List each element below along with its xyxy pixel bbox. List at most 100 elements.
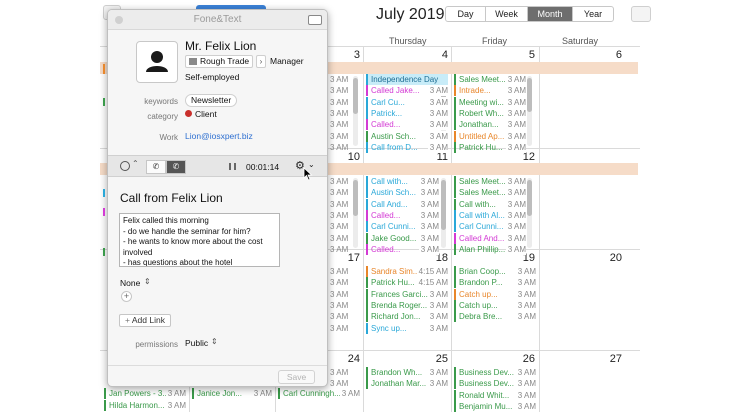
view-year-button[interactable]: Year <box>573 7 613 21</box>
phone-icon[interactable]: ✆ <box>146 160 166 174</box>
calendar-event[interactable]: Catch up... 3 AM <box>454 299 536 311</box>
calendar-event[interactable]: Brian Coop... 3 AM <box>454 266 536 277</box>
calendar-event[interactable]: Brenda Roger... 3 AM <box>366 299 448 311</box>
calendar-event[interactable]: Business Dev... 3 AM <box>454 367 536 378</box>
day-number: 24 <box>347 353 360 365</box>
calendar-event[interactable]: Jonathan Mar... 3 AM <box>366 378 448 390</box>
calendar-event[interactable]: Intrade... 3 AM <box>454 85 526 97</box>
calendar-event[interactable]: Called... 3 AM <box>366 243 439 255</box>
calendar-event[interactable]: Called And... 3 AM <box>454 232 526 244</box>
calendar-event[interactable]: Brandon Wh... 3 AM <box>366 367 448 378</box>
calendar-event[interactable]: Hilda Harmon... 3 AM <box>104 400 186 411</box>
phone-active-icon[interactable]: ✆ <box>166 160 186 174</box>
scrollbar-thumb[interactable] <box>441 180 446 230</box>
calendar-event[interactable]: Jonathan... 3 AM <box>454 119 526 131</box>
category-value[interactable]: Client <box>195 109 217 119</box>
calendar-event[interactable]: Frances Garci... 3 AM <box>366 288 448 300</box>
scrollbar-thumb[interactable] <box>527 78 532 112</box>
clock-icon[interactable] <box>120 161 130 171</box>
calendar-event[interactable]: Sales Meet... 3 AM <box>454 74 526 85</box>
call-notes-textarea[interactable]: Felix called this morning - do we handle… <box>119 213 280 267</box>
event-time: 3 AM <box>505 107 526 119</box>
event-time: 3 AM <box>330 222 349 232</box>
calendar-event[interactable]: Carl Cunni... 3 AM <box>454 221 526 233</box>
calendar-event[interactable]: Call with... 3 AM <box>366 176 439 187</box>
event-time: 3 AM <box>515 367 536 378</box>
background-toolbar-button-right[interactable] <box>631 6 651 22</box>
calendar-event[interactable]: Carl Cunni... 3 AM <box>366 221 439 233</box>
calendar-event[interactable]: Patrick Hu... 3 AM <box>454 141 526 153</box>
calendar-event[interactable]: Jake Good... 3 AM <box>366 232 439 244</box>
pause-icon[interactable] <box>229 163 236 170</box>
add-circle-button[interactable]: + <box>121 291 132 302</box>
event-title: Business Dev... <box>459 368 514 377</box>
calendar-event[interactable]: Richard Jon... 3 AM <box>366 311 448 323</box>
calendar-event[interactable]: Patrick Hu... 4:15 AM <box>366 277 448 289</box>
event-time: 3 AM <box>515 299 536 311</box>
add-link-button[interactable]: + Add Link <box>119 314 171 327</box>
calendar-event[interactable]: Austin Sch... 3 AM <box>366 130 448 142</box>
event-title: Benjamin Mu... <box>459 401 513 411</box>
view-month-button[interactable]: Month <box>528 7 573 21</box>
calendar-event[interactable]: Benjamin Mu... 3 AM <box>454 400 536 412</box>
calendar-event[interactable]: Called... 3 AM <box>366 209 439 221</box>
calendar-event[interactable]: Call with Al... 3 AM <box>454 209 526 221</box>
calendar-event[interactable]: Sync up... 3 AM <box>366 322 448 334</box>
calendar-event[interactable]: Independence Day <box>366 74 448 85</box>
event-time: 3 AM <box>330 368 349 377</box>
grid-line <box>451 46 452 412</box>
event-time: 3 AM <box>418 187 439 199</box>
event-time: 3 AM <box>330 379 349 389</box>
calendar-event[interactable]: Alan Phillip... 3 AM <box>454 243 526 255</box>
close-button[interactable] <box>115 16 123 24</box>
keyword-tag[interactable]: Newsletter <box>185 94 238 107</box>
scrollbar-thumb[interactable] <box>353 78 358 114</box>
event-title: Sales Meet... <box>459 177 506 186</box>
calendar-event[interactable]: Call And... 3 AM <box>366 198 439 210</box>
calendar-event[interactable]: Called... 3 AM <box>366 119 448 131</box>
calendar-event[interactable]: Call from D... 3 AM <box>366 141 448 153</box>
save-button[interactable]: Save <box>278 370 315 384</box>
permissions-select[interactable]: Public <box>185 338 208 348</box>
event-title: Catch up... <box>459 300 498 310</box>
event-title: Call with Al... <box>459 210 505 220</box>
calendar-event[interactable]: Sales Meet... 3 AM <box>454 176 526 187</box>
calendar-event[interactable]: Sales Meet... 3 AM <box>454 187 526 199</box>
view-week-button[interactable]: Week <box>486 7 528 21</box>
calendar-event[interactable]: Sandra Sim... 4:15 AM <box>366 266 448 277</box>
calendar-event[interactable]: Debra Bre... 3 AM <box>454 311 536 323</box>
event-time: 3 AM <box>427 311 448 323</box>
calendar-event[interactable]: Janice Jon... 3 AM <box>192 388 272 399</box>
company-field[interactable]: Rough Trade <box>185 55 254 68</box>
stepper-icon[interactable]: ⌃ <box>132 159 139 168</box>
calendar-event[interactable]: Jan Powers - 3... 3 AM <box>104 388 186 399</box>
event-time: 3 AM <box>505 232 526 244</box>
calendar-event[interactable]: Austin Sch... 3 AM <box>366 187 439 199</box>
calendar-event[interactable]: Untitled Ap... 3 AM <box>454 130 526 142</box>
calendar-event[interactable]: Robert Wh... 3 AM <box>454 107 526 119</box>
calendar-event[interactable]: Brandon P... 3 AM <box>454 277 536 289</box>
scrollbar-thumb[interactable] <box>353 180 358 216</box>
window-toggle-icon[interactable] <box>308 15 322 25</box>
scrollbar-thumb[interactable] <box>527 180 532 216</box>
event-time: 3 AM <box>505 130 526 142</box>
view-day-button[interactable]: Day <box>446 7 486 21</box>
event-title: Sales Meet... <box>459 75 506 84</box>
event-title: Carl Cunni... <box>459 222 504 232</box>
calendar-event[interactable]: Call with... 3 AM <box>454 198 526 210</box>
event-title: Sandra Sim... <box>371 267 420 276</box>
chevron-right-icon[interactable]: › <box>256 55 266 68</box>
email-link[interactable]: Lion@iosxpert.biz <box>185 131 253 141</box>
priority-select[interactable]: None <box>120 278 140 288</box>
color-fragment <box>103 248 105 256</box>
calendar-event[interactable]: Carl Cunningh... 3 AM <box>278 388 360 399</box>
calendar-event[interactable]: Carl Cu... 3 AM <box>366 96 448 108</box>
calendar-event[interactable]: Ronald Whit... 3 AM <box>454 389 536 401</box>
calendar-event[interactable]: Called Jake... 3 AM <box>366 85 448 97</box>
calendar-event[interactable]: Meeting wi... 3 AM <box>454 96 526 108</box>
event-title: Robert Wh... <box>459 108 504 118</box>
calendar-event[interactable]: Business Dev... 3 AM <box>454 378 536 390</box>
calendar-event[interactable]: Patrick... 3 AM <box>366 107 448 119</box>
calendar-event[interactable]: Catch up... 3 AM <box>454 288 536 300</box>
building-icon <box>189 58 197 65</box>
